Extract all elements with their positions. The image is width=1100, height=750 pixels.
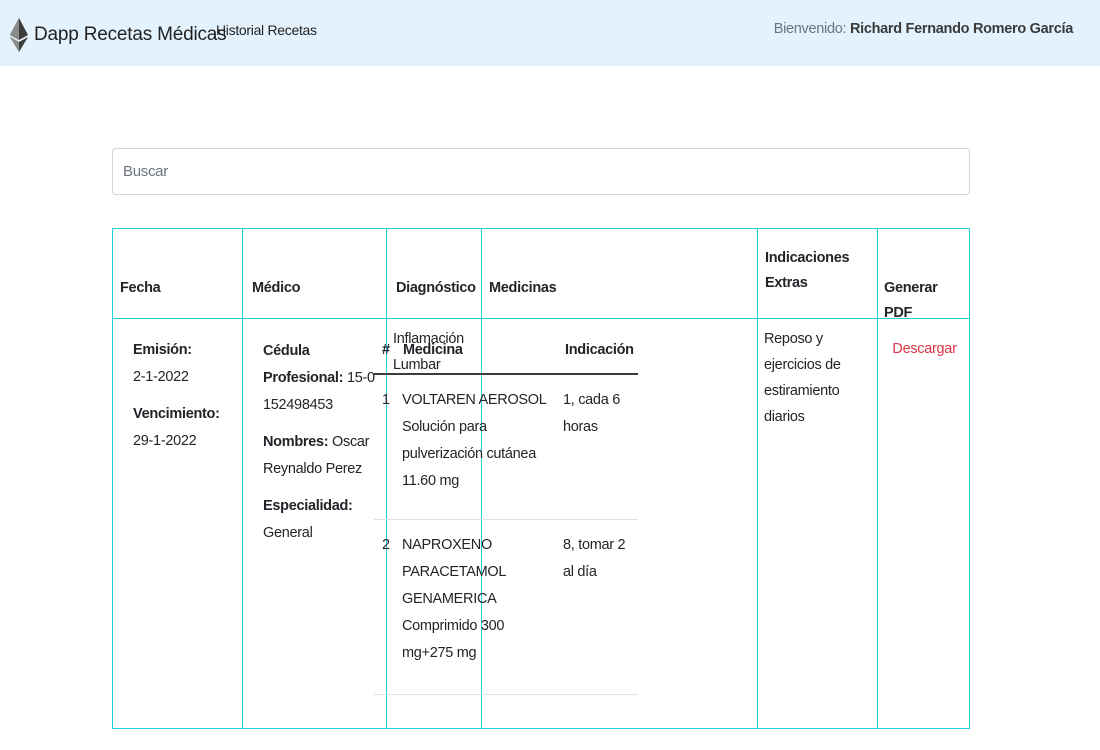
medicine-num: 2 — [382, 537, 390, 553]
navbar: Dapp Recetas Médicas Historial Recetas B… — [0, 0, 1100, 66]
user-name: Richard Fernando Romero García — [849, 21, 1073, 37]
welcome-label: Bienvenido: — [773, 21, 847, 37]
emision-value: 2-1-2022 — [133, 369, 189, 385]
emision-label: Emisión: — [133, 342, 192, 358]
medicine-indication: 8, tomar 2 al día — [563, 537, 626, 580]
nav-link-historial[interactable]: Historial Recetas — [216, 22, 317, 38]
brand[interactable]: Dapp Recetas Médicas — [10, 18, 227, 52]
vencimiento-value: 29-1-2022 — [133, 433, 197, 449]
search-input[interactable] — [112, 148, 970, 195]
especialidad-value: General — [263, 525, 313, 541]
ethereum-logo-icon — [10, 18, 28, 52]
header-indicaciones-line2: Extras — [765, 275, 808, 291]
brand-title: Dapp Recetas Médicas — [34, 24, 227, 45]
header-medico: Médico — [252, 280, 301, 296]
header-indicaciones-extras: Indicaciones Extras — [765, 246, 850, 296]
medicine-name: VOLTAREN AEROSOL Solución para pulveriza… — [402, 392, 547, 489]
cedula-label: Cédula Profesional: — [263, 343, 344, 386]
header-medicinas: Medicinas — [489, 280, 557, 296]
medicine-indication: 1, cada 6 horas — [563, 392, 620, 435]
medicine-num: 1 — [382, 392, 390, 408]
cell-indicaciones-extras: Reposo y ejercicios de estiramiento diar… — [764, 331, 841, 425]
cell-fecha: Emisión: 2-1-2022 Vencimiento: 29-1-2022 — [133, 337, 239, 455]
header-indicaciones-line1: Indicaciones — [765, 250, 850, 266]
medicines-header-row: # Medicina Indicación — [374, 326, 638, 375]
medicines-header-num: # — [382, 342, 390, 358]
welcome-text: Bienvenido: Richard Fernando Romero Garc… — [773, 21, 1074, 37]
nombres-label: Nombres: — [263, 434, 329, 450]
table-row: 2 NAPROXENO PARACETAMOL GENAMERICA Compr… — [374, 520, 638, 695]
especialidad-label: Especialidad: — [263, 498, 353, 514]
medicines-header-medicina: Medicina — [403, 342, 463, 358]
table-row: 1 VOLTAREN AEROSOL Solución para pulveri… — [374, 375, 638, 520]
medicine-name: NAPROXENO PARACETAMOL GENAMERICA Comprim… — [402, 537, 506, 661]
cell-medico: Cédula Profesional: 15-0152498453 Nombre… — [263, 338, 379, 547]
vencimiento-label: Vencimiento: — [133, 406, 220, 422]
header-pdf: Generar PDF — [884, 280, 938, 321]
download-pdf-link[interactable]: Descargar — [892, 341, 956, 357]
header-diagnostico: Diagnóstico — [396, 280, 476, 296]
header-fecha: Fecha — [120, 280, 161, 296]
medicines-header-indicacion: Indicación — [565, 342, 634, 358]
cell-pdf: Descargar — [878, 336, 971, 363]
